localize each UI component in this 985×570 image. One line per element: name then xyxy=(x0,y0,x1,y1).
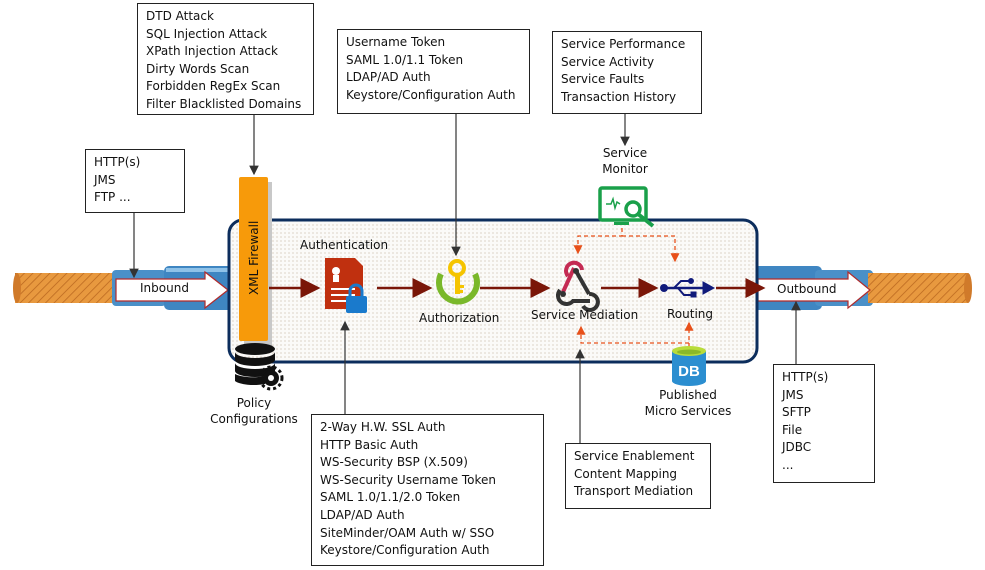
authentication-certificate-icon xyxy=(325,258,367,313)
box-item: ... xyxy=(782,457,794,472)
monitoring-box: Service Performance Service Activity Servi… xyxy=(552,31,702,114)
db-icon-text: DB xyxy=(678,363,700,380)
outbound-label: Outbound xyxy=(777,282,837,296)
box-item: Service Enablement xyxy=(574,449,695,463)
box-item: SiteMinder/OAM Auth w/ SSO xyxy=(320,525,495,540)
box-item: Keystore/Configuration Auth xyxy=(346,87,516,102)
policy-label-line: Configurations xyxy=(210,412,298,426)
box-item: JMS xyxy=(782,387,804,402)
box-item: WS-Security Username Token xyxy=(320,472,497,487)
box-item: DTD Attack xyxy=(146,9,214,23)
box-item: Content Mapping xyxy=(574,466,678,481)
box-item: FTP ... xyxy=(94,190,131,205)
box-item: Service Faults xyxy=(561,72,645,87)
threat-protection-box: DTD Attack SQL Injection Attack XPath Inje… xyxy=(137,3,314,115)
box-item: Keystore/Configuration Auth xyxy=(320,543,490,558)
box-item: Service Activity xyxy=(561,54,655,69)
box-item: HTTP(s) xyxy=(782,370,829,384)
xml-firewall-label: XML Firewall xyxy=(247,221,261,295)
box-item: HTTP Basic Auth xyxy=(320,437,419,452)
box-item: Dirty Words Scan xyxy=(146,61,250,76)
box-item: Transport Mediation xyxy=(574,484,694,499)
authentication-methods-box: 2-Way H.W. SSL Auth HTTP Basic Auth WS-Sec… xyxy=(311,414,544,566)
box-item: Filter Blacklisted Domains xyxy=(146,96,302,111)
inbound-protocols-box: HTTP(s) JMS FTP ... xyxy=(85,149,185,213)
mediation-features-box: Service Enablement Content Mapping Transpo… xyxy=(565,443,711,509)
policy-configurations-label: Policy Configurations xyxy=(206,395,302,427)
published-label-line: Published xyxy=(659,388,717,402)
service-monitor-label: Service Monitor xyxy=(598,145,652,177)
box-item: SAML 1.0/1.1 Token xyxy=(346,52,464,67)
routing-label: Routing xyxy=(667,307,714,321)
box-item: SQL Injection Attack xyxy=(146,26,268,41)
service-mediation-label: Service Mediation xyxy=(531,308,639,322)
box-item: HTTP(s) xyxy=(94,155,141,169)
box-item: File xyxy=(782,422,803,437)
gateway-architecture-diagram: DB XML Firewall Inbound Outbound Authent… xyxy=(0,0,985,570)
box-item: 2-Way H.W. SSL Auth xyxy=(320,420,446,434)
box-item: Forbidden RegEx Scan xyxy=(146,79,281,94)
inbound-label: Inbound xyxy=(140,281,189,295)
published-label-line: Micro Services xyxy=(644,404,732,418)
policy-label-line: Policy xyxy=(236,396,272,410)
box-item: SFTP xyxy=(782,405,811,420)
published-micro-services-db-icon: DB xyxy=(672,346,706,386)
box-item: LDAP/AD Auth xyxy=(320,507,405,522)
outbound-protocols-box: HTTP(s) JMS SFTP File JDBC... xyxy=(773,364,875,483)
box-item: LDAP/AD Auth xyxy=(346,70,431,85)
authentication-label: Authentication xyxy=(300,238,389,252)
authorization-methods-box: Username Token SAML 1.0/1.1 Token LDAP/AD … xyxy=(337,29,530,114)
published-micro-services-label: Published Micro Services xyxy=(640,387,736,419)
box-item: XPath Injection Attack xyxy=(146,44,278,59)
box-item: SAML 1.0/1.1/2.0 Token xyxy=(320,490,461,505)
authorization-label: Authorization xyxy=(419,311,500,325)
box-item: Transaction History xyxy=(561,89,677,104)
service-monitor-icon xyxy=(598,186,655,228)
service-monitor-label-line: Service xyxy=(602,146,648,160)
box-item: Service Performance xyxy=(561,37,686,51)
box-item: Username Token xyxy=(346,35,446,49)
box-item: JMS xyxy=(94,172,116,187)
box-item: WS-Security BSP (X.509) xyxy=(320,455,468,470)
box-item: JDBC xyxy=(782,440,812,455)
service-monitor-label-line: Monitor xyxy=(602,162,648,176)
